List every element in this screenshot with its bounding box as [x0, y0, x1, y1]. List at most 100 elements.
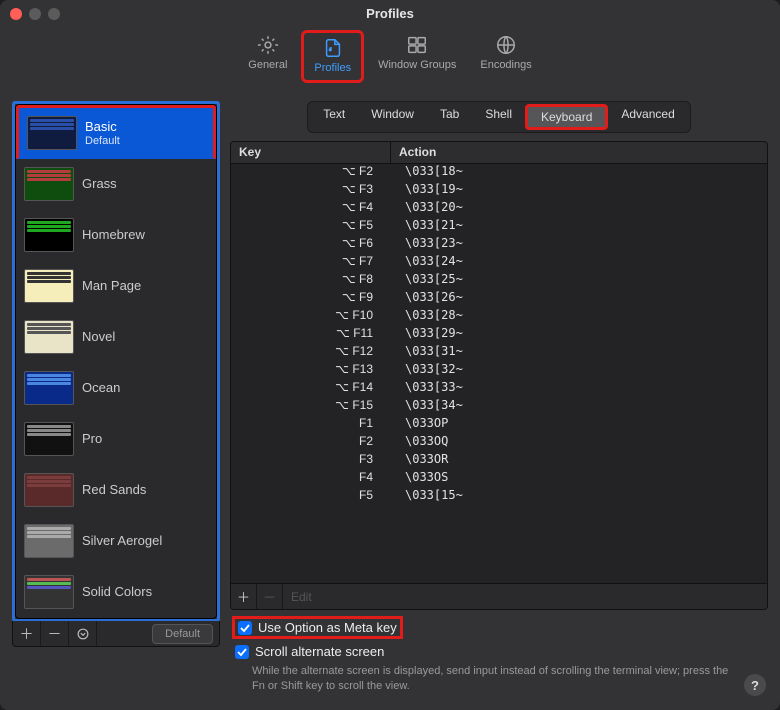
table-row[interactable]: ⌥ F15\033[34~ — [231, 398, 767, 416]
tab-text[interactable]: Text — [310, 104, 358, 130]
help-button[interactable]: ? — [744, 674, 766, 696]
remove-profile-button[interactable]: － — [41, 621, 69, 646]
cell-action: \033[31~ — [391, 344, 767, 362]
cell-action: \033[33~ — [391, 380, 767, 398]
toptab-profiles[interactable]: Profiles — [301, 30, 364, 83]
check-icon — [235, 645, 249, 659]
table-row[interactable]: ⌥ F5\033[21~ — [231, 218, 767, 236]
remove-keymap-button: － — [257, 584, 283, 609]
tab-shell[interactable]: Shell — [472, 104, 525, 130]
cell-key: ⌥ F11 — [231, 326, 391, 344]
minimize-icon[interactable] — [29, 8, 41, 20]
toptab-general[interactable]: General — [238, 30, 297, 83]
cell-action: \033OP — [391, 416, 767, 434]
profile-thumb — [24, 575, 74, 609]
tab-window[interactable]: Window — [358, 104, 427, 130]
table-row[interactable]: ⌥ F10\033[28~ — [231, 308, 767, 326]
table-row[interactable]: ⌥ F4\033[20~ — [231, 200, 767, 218]
table-row[interactable]: F1\033OP — [231, 416, 767, 434]
sidebar-item-label: Homebrew — [82, 227, 145, 243]
table-row[interactable]: F2\033OQ — [231, 434, 767, 452]
sidebar-item-red-sands[interactable]: Red Sands — [16, 465, 216, 516]
option-as-meta-label: Use Option as Meta key — [258, 620, 397, 635]
cell-action: \033OQ — [391, 434, 767, 452]
scroll-alternate-label: Scroll alternate screen — [255, 644, 384, 659]
add-profile-button[interactable]: ＋ — [13, 621, 41, 646]
sidebar-item-label: Grass — [82, 176, 117, 192]
table-row[interactable]: F3\033OR — [231, 452, 767, 470]
sidebar-item-ocean[interactable]: Ocean — [16, 363, 216, 414]
sidebar-item-man-page[interactable]: Man Page — [16, 261, 216, 312]
profile-thumb — [24, 269, 74, 303]
cell-key: F4 — [231, 470, 391, 488]
profile-thumb — [24, 371, 74, 405]
cell-key: F3 — [231, 452, 391, 470]
cell-key: ⌥ F9 — [231, 290, 391, 308]
sidebar-item-grass[interactable]: Grass — [16, 159, 216, 210]
cell-key: F1 — [231, 416, 391, 434]
add-keymap-button[interactable]: ＋ — [231, 584, 257, 609]
cell-key: ⌥ F5 — [231, 218, 391, 236]
cell-key: ⌥ F8 — [231, 272, 391, 290]
edit-keymap-button: Edit — [283, 590, 320, 604]
cell-action: \033[15~ — [391, 488, 767, 506]
col-header-action[interactable]: Action — [391, 142, 444, 163]
sidebar-item-basic[interactable]: BasicDefault — [16, 105, 216, 159]
table-row[interactable]: ⌥ F11\033[29~ — [231, 326, 767, 344]
toptab-encodings[interactable]: Encodings — [470, 30, 541, 83]
cell-action: \033[20~ — [391, 200, 767, 218]
table-row[interactable]: ⌥ F7\033[24~ — [231, 254, 767, 272]
close-icon[interactable] — [10, 8, 22, 20]
table-row[interactable]: ⌥ F9\033[26~ — [231, 290, 767, 308]
default-profile-button[interactable]: Default — [152, 624, 213, 644]
tab-keyboard[interactable]: Keyboard — [525, 104, 608, 130]
profile-thumb — [27, 116, 77, 150]
cell-action: \033OR — [391, 452, 767, 470]
profile-actions-menu[interactable] — [69, 621, 97, 646]
sidebar-item-silver-aerogel[interactable]: Silver Aerogel — [16, 516, 216, 567]
toptab-window-groups[interactable]: Window Groups — [368, 30, 466, 83]
cell-key: ⌥ F15 — [231, 398, 391, 416]
cell-action: \033[28~ — [391, 308, 767, 326]
cell-key: ⌥ F12 — [231, 344, 391, 362]
cell-action: \033[26~ — [391, 290, 767, 308]
window-title: Profiles — [0, 0, 780, 28]
tab-advanced[interactable]: Advanced — [608, 104, 687, 130]
sidebar-item-homebrew[interactable]: Homebrew — [16, 210, 216, 261]
table-row[interactable]: ⌥ F2\033[18~ — [231, 164, 767, 182]
table-row[interactable]: ⌥ F8\033[25~ — [231, 272, 767, 290]
table-row[interactable]: F5\033[15~ — [231, 488, 767, 506]
profile-thumb — [24, 167, 74, 201]
cell-action: \033[32~ — [391, 362, 767, 380]
table-row[interactable]: F4\033OS — [231, 470, 767, 488]
table-row[interactable]: ⌥ F13\033[32~ — [231, 362, 767, 380]
profile-thumb — [24, 320, 74, 354]
tab-tab[interactable]: Tab — [427, 104, 472, 130]
table-row[interactable]: ⌥ F12\033[31~ — [231, 344, 767, 362]
cell-action: \033[19~ — [391, 182, 767, 200]
cell-key: F5 — [231, 488, 391, 506]
cell-key: ⌥ F13 — [231, 362, 391, 380]
profile-thumb — [24, 422, 74, 456]
cell-action: \033[18~ — [391, 164, 767, 182]
table-row[interactable]: ⌥ F6\033[23~ — [231, 236, 767, 254]
profile-thumb — [24, 218, 74, 252]
table-row[interactable]: ⌥ F3\033[19~ — [231, 182, 767, 200]
cell-action: \033[21~ — [391, 218, 767, 236]
sidebar-item-pro[interactable]: Pro — [16, 414, 216, 465]
table-row[interactable]: ⌥ F14\033[33~ — [231, 380, 767, 398]
cell-key: ⌥ F2 — [231, 164, 391, 182]
profile-thumb — [24, 473, 74, 507]
cell-action: \033[25~ — [391, 272, 767, 290]
cell-key: ⌥ F6 — [231, 236, 391, 254]
cell-key: ⌥ F3 — [231, 182, 391, 200]
col-header-key[interactable]: Key — [231, 142, 391, 163]
maximize-icon[interactable] — [48, 8, 60, 20]
sidebar-item-label: Solid Colors — [82, 584, 152, 600]
sidebar-item-novel[interactable]: Novel — [16, 312, 216, 363]
sidebar-item-label: Novel — [82, 329, 115, 345]
scroll-alternate-checkbox[interactable]: Scroll alternate screen — [232, 643, 766, 660]
toptab-label: Profiles — [314, 62, 351, 74]
sidebar-item-solid-colors[interactable]: Solid Colors — [16, 567, 216, 618]
option-as-meta-checkbox[interactable]: Use Option as Meta key — [232, 616, 403, 639]
